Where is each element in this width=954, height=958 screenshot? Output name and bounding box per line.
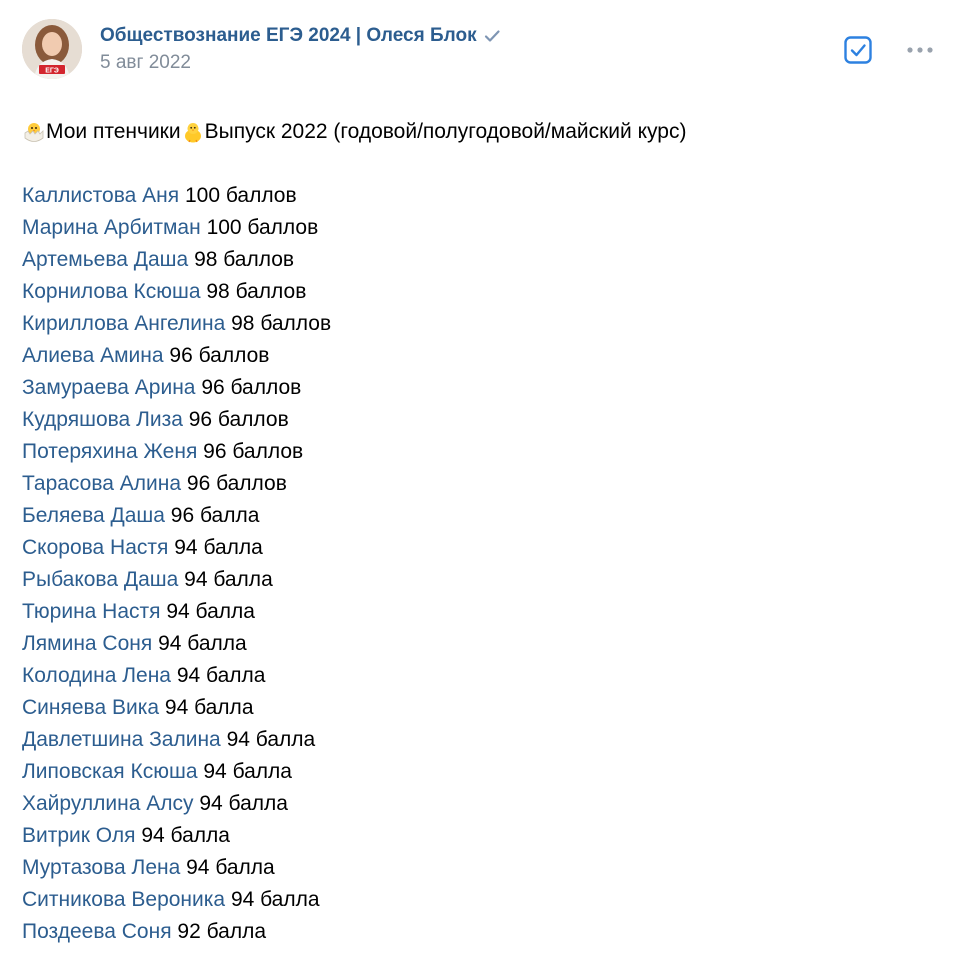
student-name-link[interactable]: Скорова Настя: [22, 536, 168, 559]
student-row: Кудряшова Лиза 96 баллов: [22, 404, 934, 436]
student-score: 94 балла: [158, 632, 247, 655]
student-score: 96 баллов: [203, 440, 304, 463]
student-score: 96 балла: [170, 504, 260, 527]
student-name-link[interactable]: Тарасова Алина: [22, 472, 181, 495]
student-name-link[interactable]: Рыбакова Даша: [22, 568, 178, 591]
student-row: Артемьева Даша 98 баллов: [22, 244, 934, 276]
student-row: Витрик Оля 94 балла: [22, 820, 934, 852]
student-score: 94 балла: [166, 600, 255, 623]
student-name-link[interactable]: Синяева Вика: [22, 696, 159, 719]
student-row: Колодина Лена 94 балла: [22, 660, 934, 692]
student-score: 94 балла: [174, 536, 263, 559]
author-name: Обществознание ЕГЭ 2024 | Олеся Блок: [100, 25, 477, 46]
student-row: Беляева Даша 96 балла: [22, 500, 934, 532]
post-text: Мои птенчики Выпуск 2022 (годовой/полуго…: [22, 116, 934, 948]
student-name-link[interactable]: Муртазова Лена: [22, 856, 180, 879]
student-score: 100 баллов: [206, 216, 319, 239]
student-name-link[interactable]: Замураева Арина: [22, 376, 195, 399]
student-name-link[interactable]: Марина Арбитман: [22, 216, 201, 239]
student-row: Поздеева Соня 92 балла: [22, 916, 934, 948]
more-dots-icon: [907, 47, 933, 53]
student-row: Кириллова Ангелина 98 баллов: [22, 308, 934, 340]
hatching-chick-icon: [22, 120, 46, 144]
student-name-link[interactable]: Колодина Лена: [22, 664, 171, 687]
post-intro: Мои птенчики Выпуск 2022 (годовой/полуго…: [22, 116, 934, 148]
student-name-link[interactable]: Кудряшова Лиза: [22, 408, 183, 431]
student-row: Алиева Амина 96 баллов: [22, 340, 934, 372]
student-row: Липовская Ксюша 94 балла: [22, 756, 934, 788]
student-name-link[interactable]: Корнилова Ксюша: [22, 280, 201, 303]
student-name-link[interactable]: Давлетшина Залина: [22, 728, 221, 751]
student-row: Хайруллина Алсу 94 балла: [22, 788, 934, 820]
student-score: 94 балла: [176, 664, 266, 687]
student-name-link[interactable]: Ситникова Вероника: [22, 888, 225, 911]
student-score: 96 баллов: [186, 472, 287, 495]
intro-text-2: Выпуск 2022 (годовой/полугодовой/майский…: [204, 120, 687, 143]
student-name-link[interactable]: Тюрина Настя: [22, 600, 161, 623]
student-list: Каллистова Аня 100 баллов Марина Арбитман…: [22, 180, 934, 948]
student-score: 94 балла: [230, 888, 320, 911]
student-score: 94 балла: [164, 696, 254, 719]
student-row: Тарасова Алина 96 баллов: [22, 468, 934, 500]
student-score: 94 балла: [226, 728, 316, 751]
student-score: 94 балла: [203, 760, 292, 783]
student-row: Потеряхина Женя 96 баллов: [22, 436, 934, 468]
student-score: 92 балла: [177, 920, 267, 943]
student-row: Ситникова Вероника 94 балла: [22, 884, 934, 916]
student-name-link[interactable]: Алиева Амина: [22, 344, 164, 367]
student-name-link[interactable]: Витрик Оля: [22, 824, 136, 847]
post-date[interactable]: 5 авг 2022: [100, 52, 191, 74]
student-row: Замураева Арина 96 баллов: [22, 372, 934, 404]
student-row: Рыбакова Даша 94 балла: [22, 564, 934, 596]
student-row: Скорова Настя 94 балла: [22, 532, 934, 564]
avatar-badge-text: ЕГЭ: [45, 68, 59, 75]
student-row: Давлетшина Залина 94 балла: [22, 724, 934, 756]
checkbox-button[interactable]: [843, 35, 873, 65]
verified-check-icon: [483, 27, 501, 45]
student-name-link[interactable]: Кириллова Ангелина: [22, 312, 225, 335]
student-score: 94 балла: [199, 792, 288, 815]
intro-text-1: Мои птенчики: [46, 120, 181, 143]
author-avatar[interactable]: ЕГЭ: [22, 19, 82, 79]
student-name-link[interactable]: Артемьева Даша: [22, 248, 188, 271]
student-score: 96 баллов: [188, 408, 289, 431]
student-row: Тюрина Настя 94 балла: [22, 596, 934, 628]
student-score: 94 балла: [184, 568, 273, 591]
student-score: 96 баллов: [201, 376, 302, 399]
student-name-link[interactable]: Каллистова Аня: [22, 184, 179, 207]
student-name-link[interactable]: Беляева Даша: [22, 504, 165, 527]
student-row: Марина Арбитман 100 баллов: [22, 212, 934, 244]
baby-chick-icon: [181, 120, 205, 144]
checkbox-icon: [844, 36, 872, 64]
student-row: Синяева Вика 94 балла: [22, 692, 934, 724]
student-name-link[interactable]: Лямина Соня: [22, 632, 152, 655]
student-name-link[interactable]: Поздеева Соня: [22, 920, 172, 943]
student-row: Лямина Соня 94 балла: [22, 628, 934, 660]
post-header: ЕГЭ Обществознание ЕГЭ 2024 | Олеся Блок…: [22, 19, 934, 81]
student-score: 98 баллов: [194, 248, 295, 271]
author-name-link[interactable]: Обществознание ЕГЭ 2024 | Олеся Блок: [100, 25, 501, 47]
student-score: 94 балла: [186, 856, 275, 879]
student-row: Корнилова Ксюша 98 баллов: [22, 276, 934, 308]
student-score: 98 баллов: [206, 280, 307, 303]
student-score: 94 балла: [141, 824, 230, 847]
student-row: Каллистова Аня 100 баллов: [22, 180, 934, 212]
student-score: 96 баллов: [169, 344, 270, 367]
student-row: Муртазова Лена 94 балла: [22, 852, 934, 884]
student-name-link[interactable]: Хайруллина Алсу: [22, 792, 194, 815]
student-name-link[interactable]: Потеряхина Женя: [22, 440, 197, 463]
more-options-button[interactable]: [906, 38, 934, 62]
student-score: 98 баллов: [231, 312, 332, 335]
avatar-image: ЕГЭ: [22, 19, 82, 79]
student-score: 100 баллов: [184, 184, 297, 207]
student-name-link[interactable]: Липовская Ксюша: [22, 760, 198, 783]
